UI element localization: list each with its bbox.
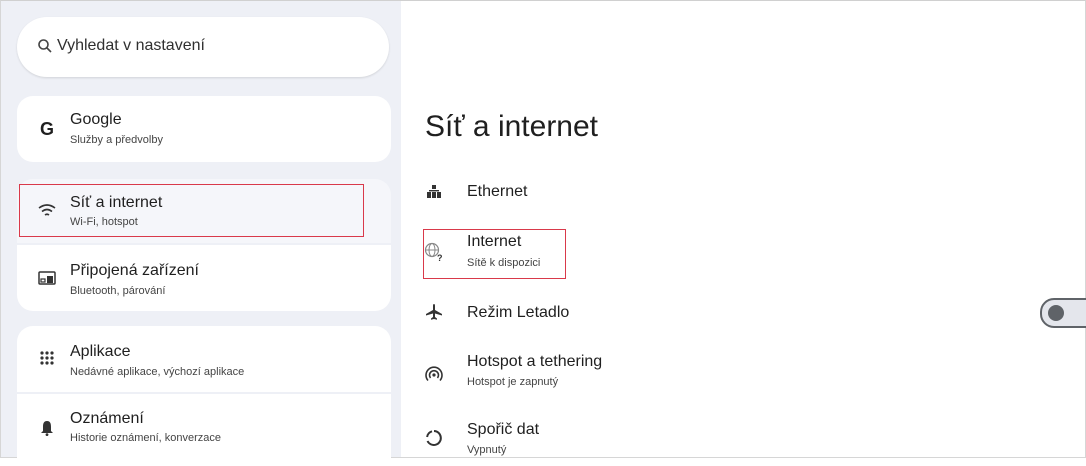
list-item-label: Ethernet xyxy=(467,183,528,200)
list-item-label: Režim Letadlo xyxy=(467,304,570,321)
list-item-sub: Hotspot je zapnutý xyxy=(467,376,559,388)
ethernet-icon xyxy=(424,182,444,202)
list-item-label: Spořič dat xyxy=(467,421,540,438)
airplane-icon xyxy=(424,302,444,322)
page-title: Síť a internet xyxy=(425,110,599,143)
hotspot-icon xyxy=(424,364,444,384)
list-item-ethernet[interactable]: Ethernet xyxy=(0,176,1086,210)
search-placeholder: Vyhledat v nastavení xyxy=(57,37,205,54)
sidebar-item-label: Google xyxy=(70,111,122,128)
sidebar-item-sub: Služby a předvolby xyxy=(70,134,163,146)
search-icon xyxy=(38,39,52,53)
google-card: G Google Služby a předvolby xyxy=(17,96,391,162)
google-g-icon: G xyxy=(39,118,54,139)
sidebar-item-google[interactable]: G Google Služby a předvolby xyxy=(17,96,391,162)
search-bar[interactable]: Vyhledat v nastavení xyxy=(17,17,389,77)
data-saver-icon xyxy=(424,428,444,448)
highlight-box-internet xyxy=(423,229,566,279)
list-item-data-saver[interactable]: Spořič dat Vypnutý xyxy=(0,420,1086,458)
list-item-label: Hotspot a tethering xyxy=(467,353,603,370)
toggle-knob xyxy=(1048,305,1064,321)
sidebar-item-sub: Bluetooth, párování xyxy=(70,285,166,297)
list-item-hotspot[interactable]: Hotspot a tethering Hotspot je zapnutý xyxy=(0,350,1086,394)
airplane-mode-toggle[interactable] xyxy=(1040,298,1086,328)
list-item-airplane-mode[interactable]: Režim Letadlo xyxy=(0,298,1086,328)
list-item-sub: Vypnutý xyxy=(467,444,507,456)
